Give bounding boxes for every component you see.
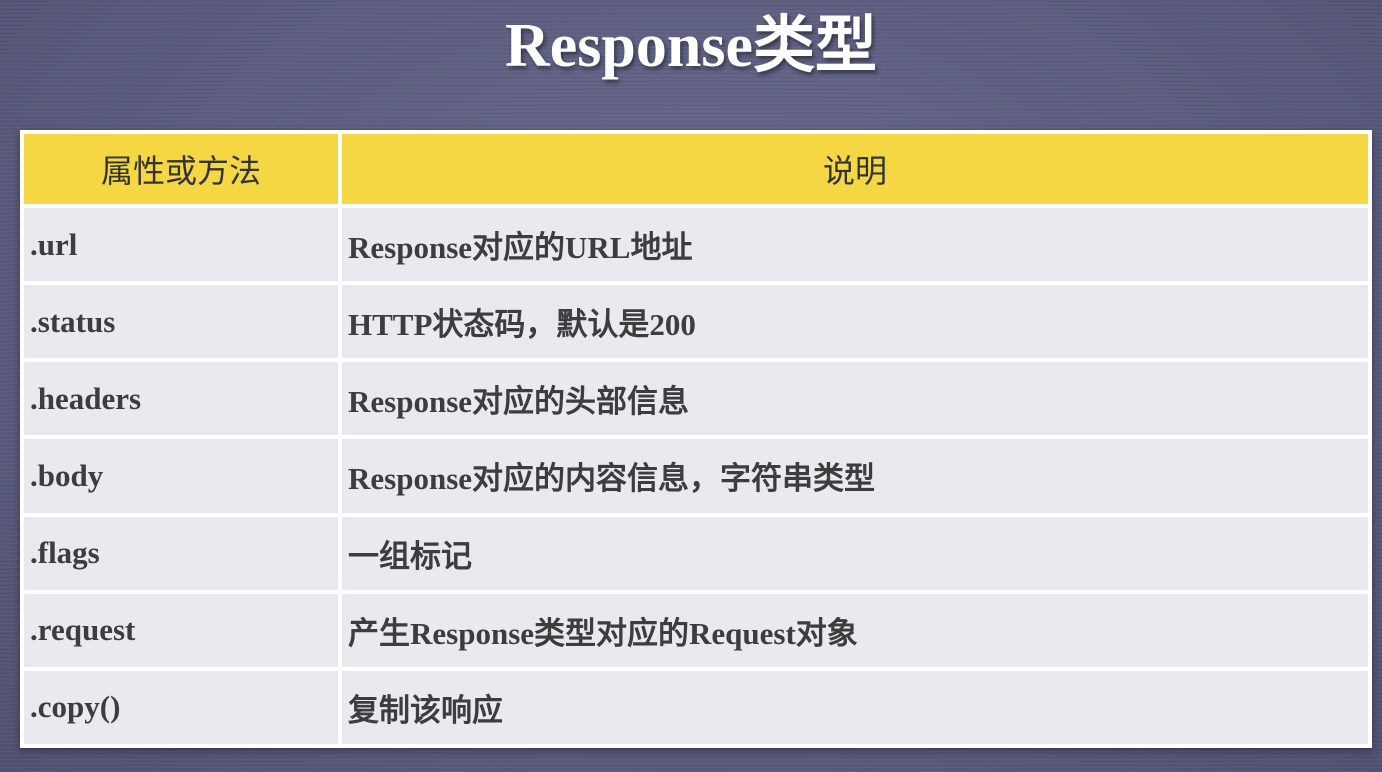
table-row: .copy() 复制该响应 [24,670,1368,744]
property-name: .body [24,439,338,513]
property-name: .headers [24,362,338,436]
properties-table-container: 属性或方法 说明 .url Response对应的URL地址 .status H… [20,130,1372,748]
property-name: .copy() [24,670,338,744]
table-row: .request 产生Response类型对应的Request对象 [24,593,1368,667]
table-row: .headers Response对应的头部信息 [24,362,1368,436]
table-row: .status HTTP状态码，默认是200 [24,285,1368,359]
table-header-row: 属性或方法 说明 [24,134,1368,204]
property-description: Response对应的内容信息，字符串类型 [342,439,1368,513]
property-name: .flags [24,516,338,590]
properties-table: 属性或方法 说明 .url Response对应的URL地址 .status H… [20,130,1372,748]
table-row: .url Response对应的URL地址 [24,208,1368,282]
property-description: Response对应的URL地址 [342,208,1368,282]
table-row: .flags 一组标记 [24,516,1368,590]
property-name: .status [24,285,338,359]
property-description: 产生Response类型对应的Request对象 [342,593,1368,667]
header-description: 说明 [342,134,1368,204]
slide-title: Response类型 [504,12,878,80]
property-description: 一组标记 [342,516,1368,590]
property-description: 复制该响应 [342,670,1368,744]
header-property-or-method: 属性或方法 [24,134,338,204]
property-description: Response对应的头部信息 [342,362,1368,436]
property-name: .request [24,593,338,667]
table-row: .body Response对应的内容信息，字符串类型 [24,439,1368,513]
property-description: HTTP状态码，默认是200 [342,285,1368,359]
property-name: .url [24,208,338,282]
